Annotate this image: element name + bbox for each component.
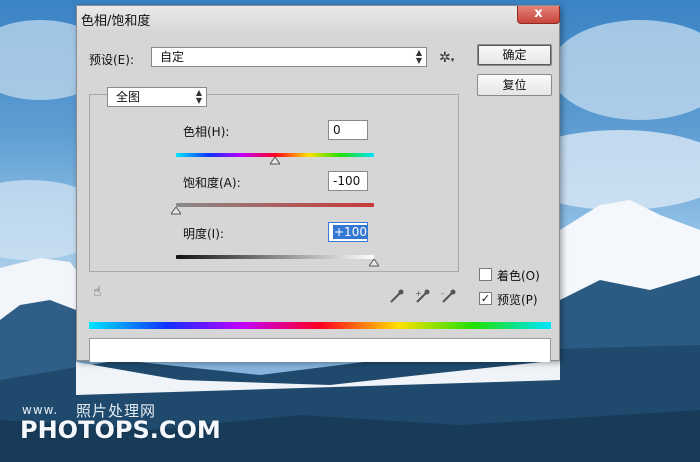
hue-label: 色相(H): xyxy=(183,125,230,139)
close-button[interactable]: x xyxy=(517,6,560,24)
preview-label: 预览(P) xyxy=(497,293,538,307)
hue-saturation-dialog: 色相/饱和度 x 预设(E): 自定 ▲ ▼ ✲▾ 确定 复位 全图 ▲ ▼ 色相(… xyxy=(76,5,560,362)
eyedropper-minus-icon[interactable]: - xyxy=(441,288,457,304)
updown-arrows-icon: ▲ ▼ xyxy=(415,48,422,65)
ok-button[interactable]: 确定 xyxy=(477,44,552,66)
preview-checkbox[interactable]: ✓ xyxy=(479,292,492,305)
hue-input[interactable]: 0 xyxy=(328,120,368,140)
channel-value: 全图 xyxy=(116,90,141,104)
watermark-logo: PHOTOPS.COM xyxy=(20,416,221,444)
color-spectrum-bar xyxy=(89,322,551,329)
saturation-input[interactable]: -100 xyxy=(328,171,368,191)
preset-select[interactable]: 自定 ▲ ▼ xyxy=(151,47,427,67)
eyedropper-icon[interactable] xyxy=(389,288,405,304)
reset-button[interactable]: 复位 xyxy=(477,74,552,96)
saturation-label: 饱和度(A): xyxy=(183,176,241,190)
preset-label: 预设(E): xyxy=(89,53,134,67)
adjustment-group xyxy=(89,94,459,272)
preset-value: 自定 xyxy=(160,50,185,64)
lightness-slider-thumb[interactable] xyxy=(369,259,379,267)
gear-icon[interactable]: ✲▾ xyxy=(439,50,454,66)
channel-select[interactable]: 全图 ▲ ▼ xyxy=(107,87,207,107)
updown-arrows-icon: ▲ ▼ xyxy=(195,88,202,105)
lightness-input[interactable]: +100 xyxy=(328,222,368,242)
colorize-checkbox[interactable] xyxy=(479,268,492,281)
targeted-adjustment-hand-icon[interactable]: ☝ xyxy=(93,284,102,300)
hue-slider-thumb[interactable] xyxy=(270,157,280,165)
saturation-slider-thumb[interactable] xyxy=(171,207,181,215)
lightness-label: 明度(I): xyxy=(183,227,224,241)
watermark-www: www. xyxy=(22,403,59,417)
colorize-label: 着色(O) xyxy=(497,269,540,283)
result-spectrum-bar xyxy=(89,338,551,362)
svg-text:-: - xyxy=(441,289,444,298)
svg-text:+: + xyxy=(415,289,422,298)
eyedropper-plus-icon[interactable]: + xyxy=(415,288,431,304)
dialog-title: 色相/饱和度 xyxy=(81,14,151,29)
saturation-slider-track[interactable] xyxy=(176,203,374,207)
title-bar[interactable]: 色相/饱和度 x xyxy=(77,6,560,30)
lightness-slider-track[interactable] xyxy=(176,255,374,259)
